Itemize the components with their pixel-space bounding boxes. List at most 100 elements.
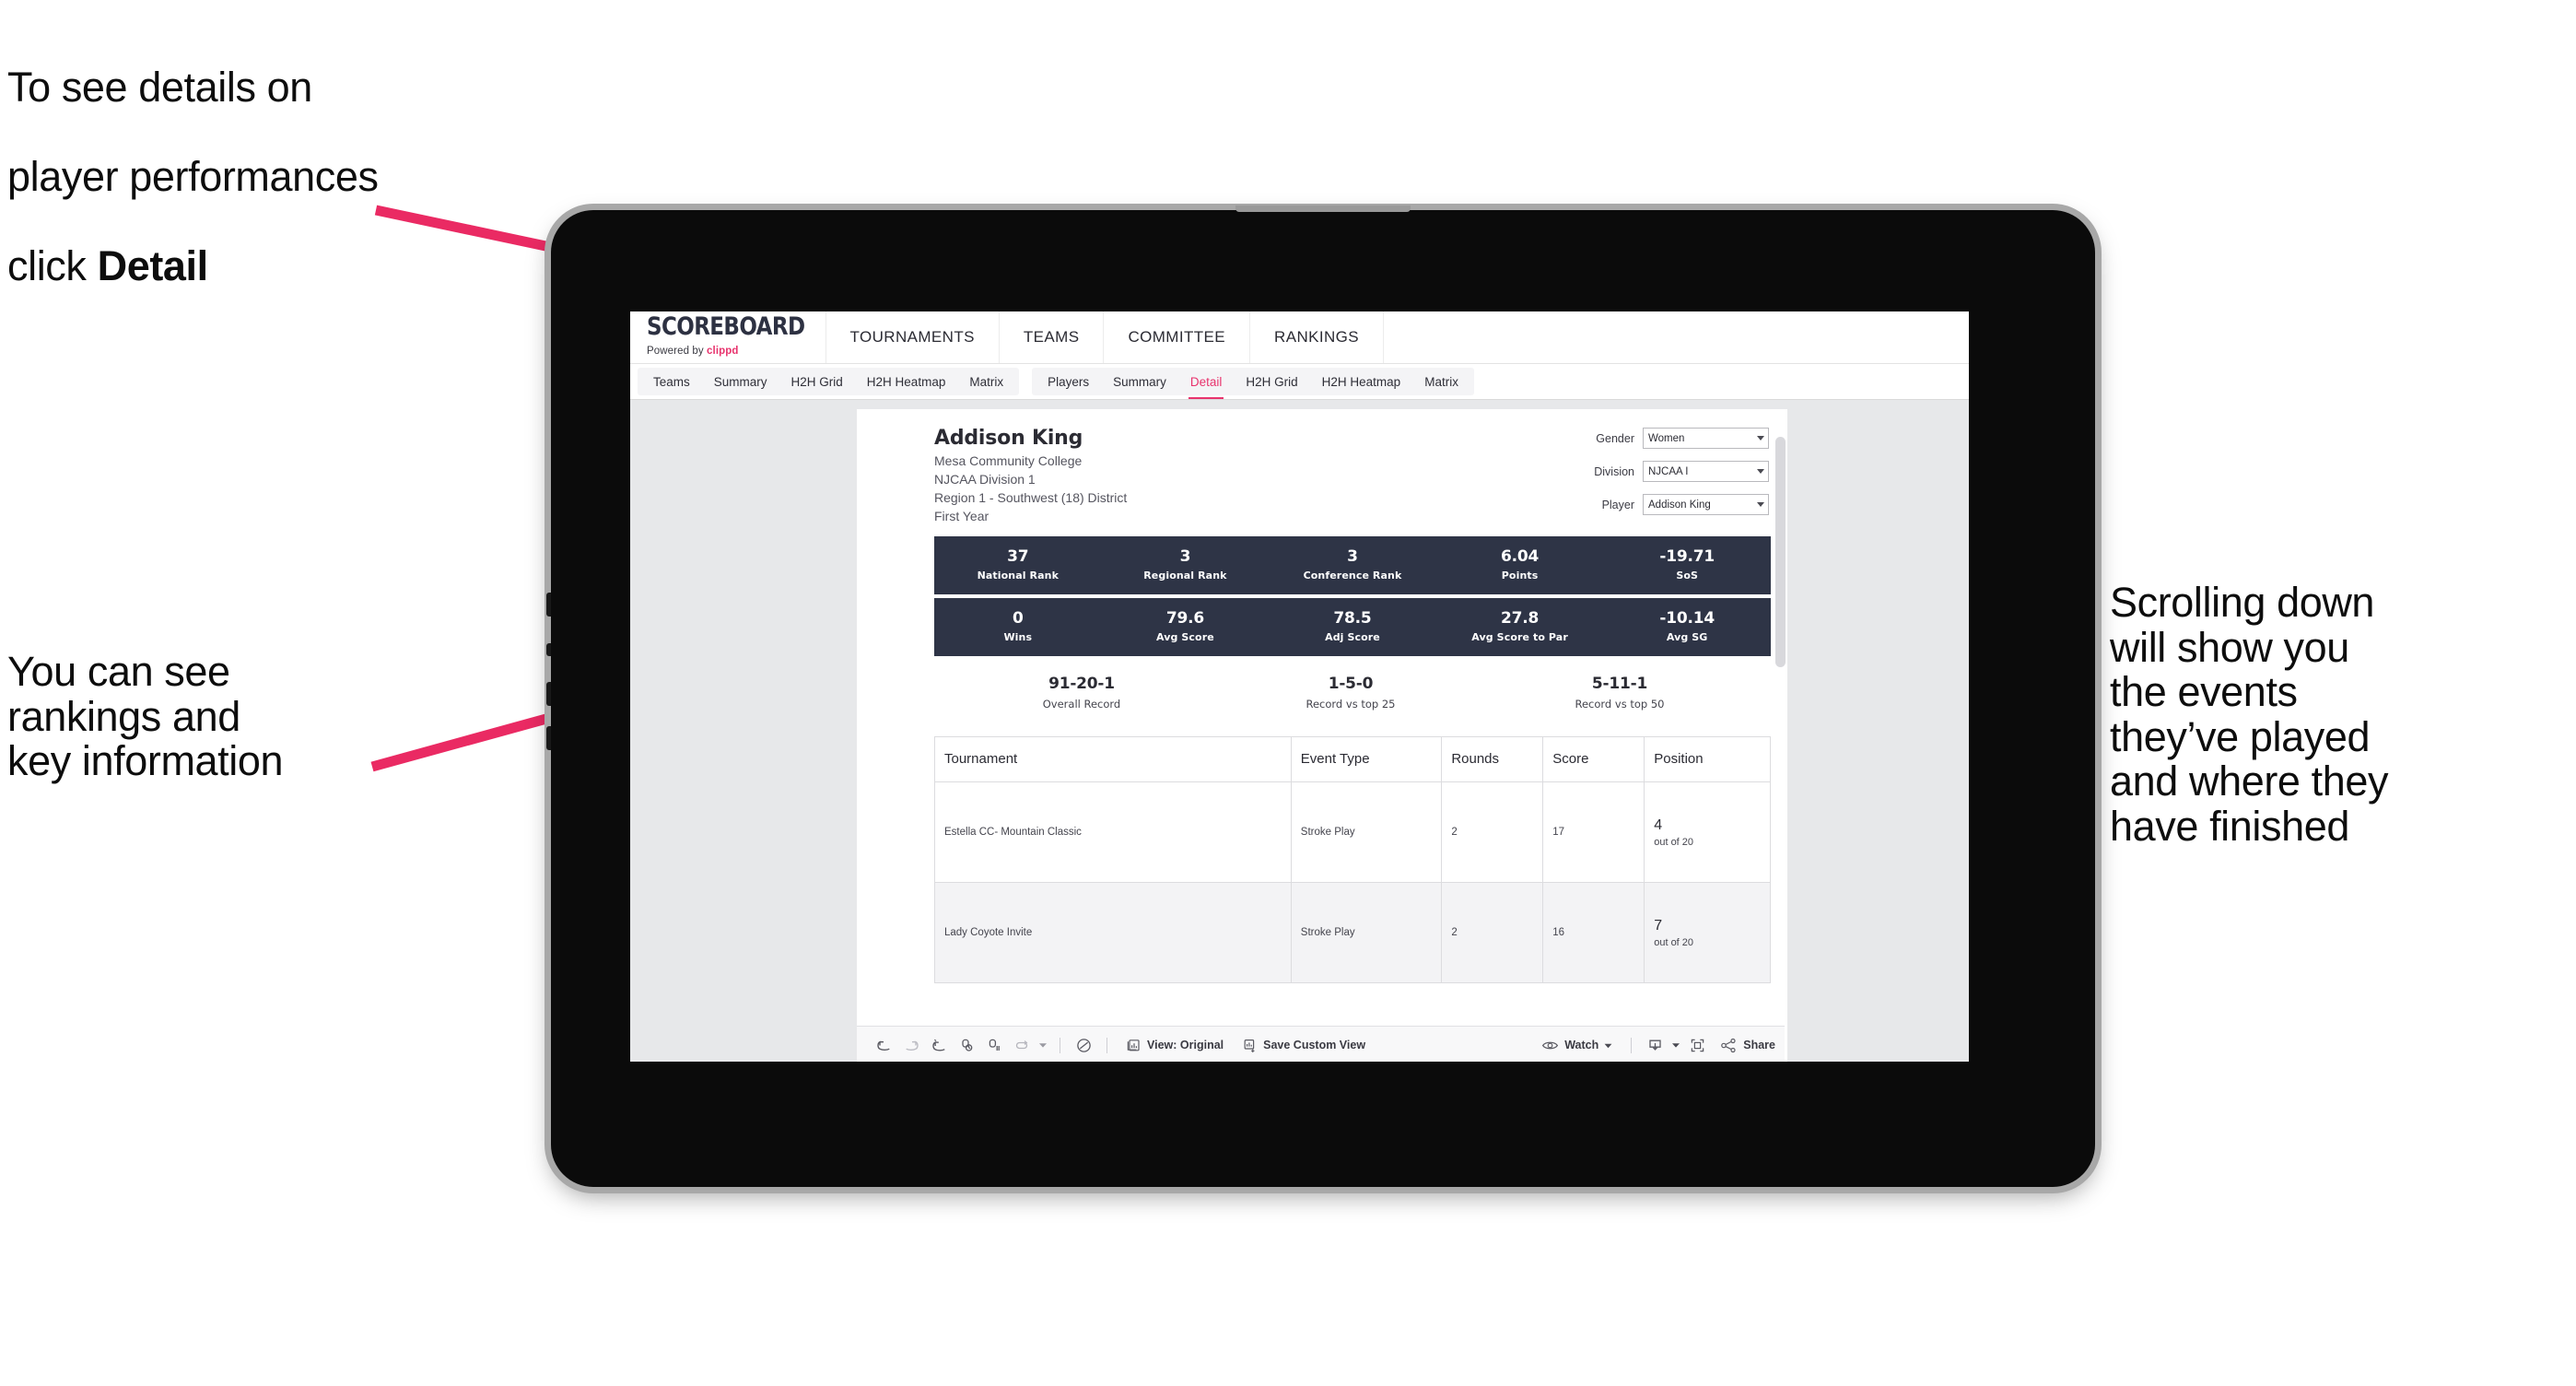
callout-top-line1: To see details on	[7, 63, 312, 111]
tablet-side-button[interactable]	[546, 726, 551, 750]
gender-select[interactable]: Women	[1643, 428, 1769, 449]
tab-players-matrix[interactable]: Matrix	[1412, 368, 1470, 395]
save-view-icon	[1244, 1039, 1255, 1052]
filter-gender-label: Gender	[1596, 431, 1634, 445]
callout-top-line3-bold: Detail	[97, 241, 209, 289]
brand-logo[interactable]: SCOREBOARD Powered by clippd	[630, 311, 826, 363]
brand-company-name: clippd	[707, 345, 739, 357]
col-header-score[interactable]: Score	[1542, 735, 1645, 782]
viz-toolbar: View: Original Save Custom View Watch Sh…	[857, 1026, 1785, 1062]
record-label: Record vs top 25	[1306, 697, 1396, 711]
cell-event-type: Stroke Play	[1290, 781, 1443, 883]
filter-panel: Gender Women Division NJCAA I Player Add…	[1571, 428, 1769, 527]
pause-auto-update-icon[interactable]	[1008, 1031, 1036, 1059]
tab-players-summary[interactable]: Summary	[1101, 368, 1178, 395]
cell-rounds: 2	[1441, 881, 1544, 983]
stat-label: National Rank	[977, 570, 1059, 582]
chevron-down-icon	[1604, 1043, 1612, 1048]
tab-teams-h2h-grid[interactable]: H2H Grid	[779, 368, 855, 395]
tab-players-h2h-heatmap[interactable]: H2H Heatmap	[1310, 368, 1413, 395]
share-icon	[1721, 1038, 1736, 1052]
stat-adj-score: 78.5 Adj Score	[1269, 608, 1436, 644]
tab-teams-h2h-heatmap[interactable]: H2H Heatmap	[855, 368, 958, 395]
workbook-canvas: Addison King Mesa Community College NJCA…	[630, 400, 1969, 1062]
division-select[interactable]: NJCAA I	[1643, 461, 1769, 482]
table-row[interactable]: Lady Coyote Invite Stroke Play 2 16 7 ou…	[934, 881, 1771, 983]
save-custom-view-label: Save Custom View	[1263, 1039, 1366, 1051]
refresh-data-icon[interactable]	[953, 1031, 980, 1059]
player-select-value: Addison King	[1648, 499, 1711, 511]
position-out-of: out of 20	[1654, 936, 1694, 948]
fullscreen-icon[interactable]	[1683, 1031, 1711, 1059]
record-value: 5-11-1	[1591, 674, 1648, 693]
scoreboard-app-window: SCOREBOARD Powered by clippd TOURNAMENTS…	[630, 311, 1969, 1062]
table-row[interactable]: Estella CC- Mountain Classic Stroke Play…	[934, 781, 1771, 883]
col-header-event-type[interactable]: Event Type	[1290, 735, 1443, 782]
record-value: 91-20-1	[1048, 674, 1115, 693]
callout-top-line3-prefix: click	[7, 241, 98, 289]
record-label: Overall Record	[1042, 697, 1121, 711]
view-original-button[interactable]: View: Original	[1117, 1031, 1233, 1059]
cell-rounds: 2	[1441, 781, 1544, 883]
cell-event-type: Stroke Play	[1290, 881, 1443, 983]
record-vs-top-25: 1-5-0 Record vs top 25	[1216, 675, 1485, 711]
col-header-tournament[interactable]: Tournament	[934, 735, 1292, 782]
stat-value: 78.5	[1333, 608, 1372, 628]
download-dropdown-caret-icon[interactable]	[1669, 1031, 1683, 1059]
stats-band-rankings: 37 National Rank 3 Regional Rank 3 Confe…	[934, 535, 1771, 594]
tab-players-h2h-grid[interactable]: H2H Grid	[1234, 368, 1309, 395]
stat-label: Avg SG	[1666, 631, 1708, 644]
callout-top: To see details on player performances cl…	[7, 20, 597, 334]
tablet-side-button[interactable]	[546, 643, 551, 656]
save-custom-view-button[interactable]: Save Custom View	[1233, 1031, 1375, 1059]
cell-score: 17	[1542, 781, 1645, 883]
share-label: Share	[1743, 1039, 1775, 1051]
cell-tournament: Estella CC- Mountain Classic	[934, 781, 1292, 883]
sheet-scrollbar[interactable]	[1775, 437, 1786, 667]
tablet-side-button[interactable]	[546, 593, 551, 617]
undo-icon[interactable]	[870, 1031, 897, 1059]
cell-position: 7 out of 20	[1644, 881, 1771, 983]
viz-content: Addison King Mesa Community College NJCA…	[934, 417, 1771, 1062]
pause-data-icon[interactable]	[980, 1031, 1008, 1059]
tab-teams-matrix[interactable]: Matrix	[957, 368, 1015, 395]
nav-committee[interactable]: COMMITTEE	[1104, 311, 1251, 363]
nav-teams[interactable]: TEAMS	[1000, 311, 1105, 363]
pause-dropdown-caret-icon[interactable]	[1036, 1031, 1050, 1059]
watch-label: Watch	[1564, 1039, 1599, 1051]
position-out-of: out of 20	[1654, 836, 1694, 848]
col-header-rounds[interactable]: Rounds	[1441, 735, 1544, 782]
revert-icon[interactable]	[925, 1031, 953, 1059]
download-icon[interactable]	[1641, 1031, 1669, 1059]
redo-icon[interactable]	[897, 1031, 925, 1059]
watch-button[interactable]: Watch	[1532, 1031, 1622, 1059]
view-chart-icon	[1127, 1039, 1140, 1051]
stat-value: 6.04	[1501, 546, 1540, 566]
stat-regional-rank: 3 Regional Rank	[1102, 547, 1270, 581]
tab-teams[interactable]: Teams	[641, 368, 702, 395]
stat-value: 0	[1012, 608, 1024, 628]
gender-select-value: Women	[1648, 432, 1685, 444]
record-label: Record vs top 50	[1575, 697, 1665, 711]
chevron-down-icon	[1757, 502, 1764, 507]
clear-filters-icon[interactable]	[1070, 1031, 1097, 1059]
division-select-value: NJCAA I	[1648, 465, 1689, 477]
stat-label: Adj Score	[1325, 631, 1380, 644]
position-value: 7	[1654, 917, 1663, 934]
stat-national-rank: 37 National Rank	[934, 547, 1102, 582]
stat-label: Wins	[1003, 631, 1033, 644]
tab-teams-summary[interactable]: Summary	[702, 368, 779, 395]
col-header-position[interactable]: Position	[1644, 735, 1771, 782]
player-select[interactable]: Addison King	[1643, 494, 1769, 515]
tab-players[interactable]: Players	[1036, 368, 1101, 395]
nav-rankings[interactable]: RANKINGS	[1250, 311, 1385, 363]
record-vs-top-50: 5-11-1 Record vs top 50	[1485, 675, 1754, 711]
nav-tournaments[interactable]: TOURNAMENTS	[826, 311, 1000, 363]
brand-wordmark: SCOREBOARD	[647, 312, 805, 341]
tab-players-detail[interactable]: Detail	[1178, 368, 1235, 399]
record-value: 1-5-0	[1328, 674, 1374, 693]
chevron-down-icon	[1757, 469, 1764, 474]
share-button[interactable]: Share	[1711, 1031, 1785, 1059]
tablet-side-button[interactable]	[546, 682, 551, 706]
stat-avg-score: 79.6 Avg Score	[1102, 609, 1270, 643]
